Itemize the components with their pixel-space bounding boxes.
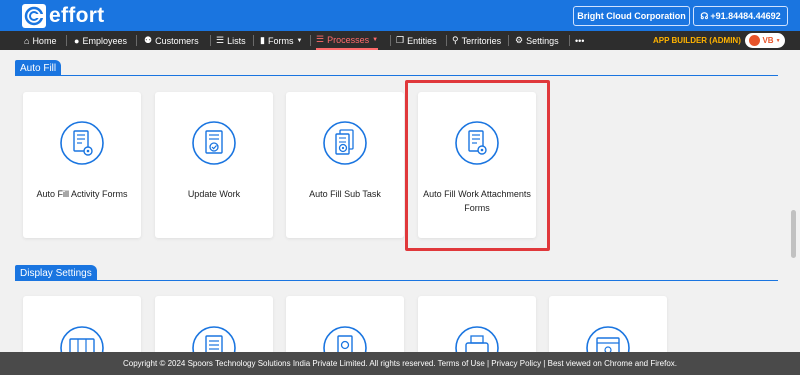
card-label: Auto Fill Activity Forms bbox=[36, 189, 128, 199]
main-nav: ⌂ Home ● Employees ⚉ Customers ☰ Lists ▮… bbox=[0, 31, 800, 50]
nav-divider bbox=[310, 35, 311, 46]
card-display-setting[interactable] bbox=[286, 296, 404, 370]
card-display-setting[interactable] bbox=[23, 296, 141, 370]
file-icon: ▮ bbox=[260, 35, 265, 45]
nav-territories[interactable]: ⚲ Territories bbox=[452, 31, 501, 50]
section-header-auto-fill: Auto Fill bbox=[15, 60, 778, 76]
nav-divider bbox=[136, 35, 137, 46]
nav-home[interactable]: ⌂ Home bbox=[24, 31, 56, 50]
card-display-setting[interactable] bbox=[549, 296, 667, 370]
nav-settings[interactable]: ⚙ Settings bbox=[515, 31, 559, 50]
nav-divider bbox=[210, 35, 211, 46]
nav-customers[interactable]: ⚉ Customers bbox=[144, 31, 199, 50]
documents-gear-icon bbox=[323, 121, 367, 165]
caret-down-icon: ▼ bbox=[775, 37, 781, 44]
nav-forms-label: Forms bbox=[267, 35, 294, 46]
scrollbar[interactable] bbox=[788, 50, 800, 352]
nav-divider bbox=[446, 35, 447, 46]
selection-highlight bbox=[405, 80, 550, 251]
home-icon: ⌂ bbox=[24, 35, 30, 46]
nav-divider bbox=[390, 35, 391, 46]
card-label: Update Work bbox=[187, 189, 241, 199]
user-icon: ● bbox=[74, 35, 80, 46]
gears-icon: ⚙ bbox=[515, 35, 524, 45]
card-update-work[interactable]: Update Work bbox=[155, 92, 273, 238]
card-label: Auto Fill Sub Task bbox=[309, 189, 381, 199]
group-icon: ⚉ bbox=[144, 35, 153, 45]
section-header-display-settings: Display Settings bbox=[15, 265, 778, 281]
nav-more-button[interactable]: ••• bbox=[575, 31, 584, 50]
pin-icon: ⚲ bbox=[452, 35, 459, 45]
phone-number: +91.84484.44692 bbox=[710, 11, 781, 21]
nav-divider bbox=[253, 35, 254, 46]
nav-divider bbox=[569, 35, 570, 46]
phone-button[interactable]: ☊ +91.84484.44692 bbox=[693, 6, 788, 26]
app-builder-link[interactable]: APP BUILDER (ADMIN) bbox=[653, 31, 741, 50]
footer: Copyright © 2024 Spoors Technology Solut… bbox=[0, 352, 800, 375]
nav-home-label: Home bbox=[32, 35, 57, 46]
section-title: Auto Fill bbox=[15, 60, 62, 76]
nav-lists[interactable]: ☰ Lists bbox=[216, 31, 246, 50]
nav-entities-label: Entities bbox=[407, 35, 437, 46]
more-label: ••• bbox=[575, 35, 585, 46]
logo[interactable]: effort bbox=[22, 3, 104, 29]
scrollbar-thumb[interactable] bbox=[791, 210, 796, 258]
company-button[interactable]: Bright Cloud Corporation bbox=[573, 6, 690, 26]
nav-employees[interactable]: ● Employees bbox=[74, 31, 127, 50]
logo-text: effort bbox=[49, 4, 105, 27]
list-icon: ☰ bbox=[216, 35, 225, 45]
process-icon: ☰ bbox=[316, 34, 325, 44]
user-menu[interactable]: VB ▼ bbox=[745, 33, 785, 48]
nav-forms[interactable]: ▮ Forms ▼ bbox=[260, 31, 302, 50]
logo-mark-icon bbox=[22, 4, 46, 28]
nav-divider bbox=[508, 35, 509, 46]
avatar bbox=[749, 35, 761, 46]
caret-down-icon: ▼ bbox=[296, 37, 303, 44]
nav-employees-label: Employees bbox=[82, 35, 127, 46]
caret-down-icon: ▼ bbox=[372, 36, 379, 43]
card-auto-fill-sub-task[interactable]: Auto Fill Sub Task bbox=[286, 92, 404, 238]
copy-icon: ❐ bbox=[396, 35, 405, 45]
card-display-setting[interactable] bbox=[155, 296, 273, 370]
top-bar: effort Bright Cloud Corporation ☊ +91.84… bbox=[0, 0, 800, 31]
nav-processes-label: Processes bbox=[327, 34, 370, 45]
nav-settings-label: Settings bbox=[526, 35, 559, 46]
document-check-icon bbox=[192, 121, 236, 165]
form-gear-icon bbox=[60, 121, 104, 165]
nav-territories-label: Territories bbox=[461, 35, 502, 46]
headset-icon: ☊ bbox=[700, 10, 709, 21]
card-auto-fill-activity-forms[interactable]: Auto Fill Activity Forms bbox=[23, 92, 141, 238]
nav-divider bbox=[66, 35, 67, 46]
nav-customers-label: Customers bbox=[155, 35, 199, 46]
card-display-setting[interactable] bbox=[418, 296, 536, 370]
nav-lists-label: Lists bbox=[227, 35, 246, 46]
nav-processes[interactable]: ☰ Processes ▼ bbox=[316, 31, 379, 50]
nav-entities[interactable]: ❐ Entities bbox=[396, 31, 437, 50]
user-initials: VB bbox=[762, 36, 774, 45]
section-title: Display Settings bbox=[15, 265, 97, 281]
